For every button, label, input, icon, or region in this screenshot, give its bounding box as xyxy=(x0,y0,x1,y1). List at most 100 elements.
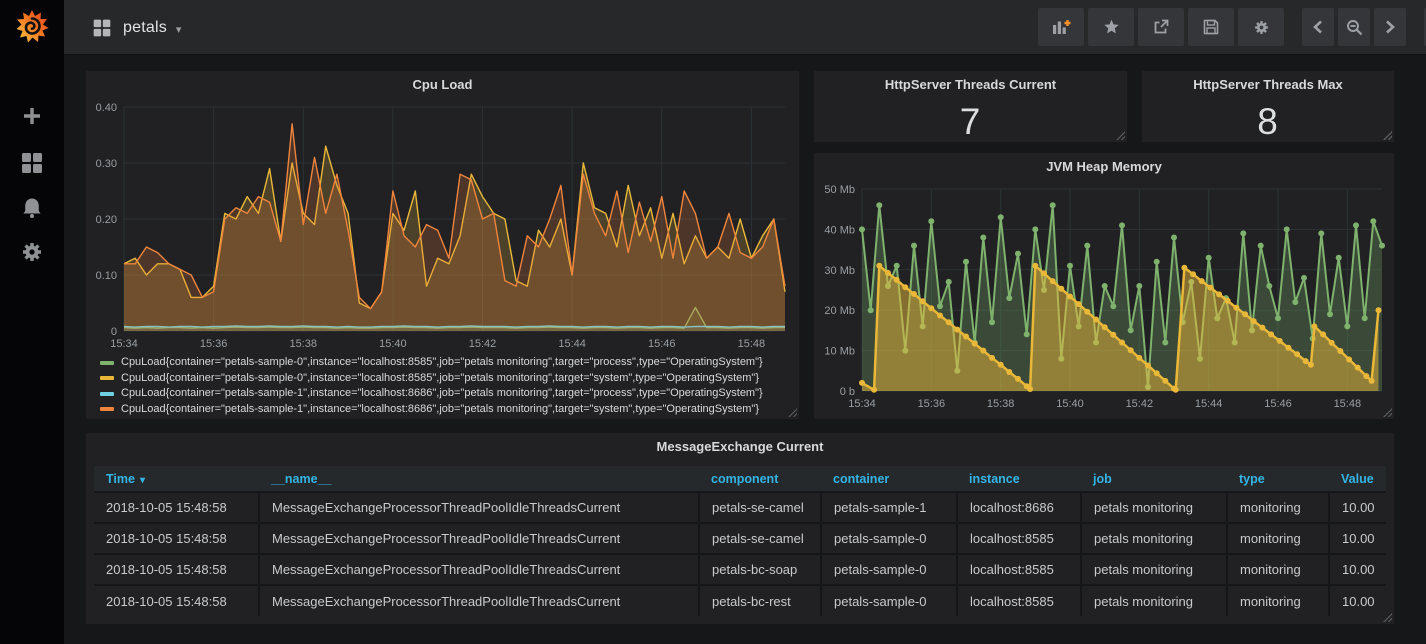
table-row: 2018-10-05 15:48:58MessageExchangeProces… xyxy=(94,585,1386,616)
column-header-time[interactable]: Time▾ xyxy=(94,466,259,492)
table-cell: monitoring xyxy=(1227,523,1329,554)
panel-resize-handle[interactable] xyxy=(1383,408,1392,417)
table-cell: monitoring xyxy=(1227,554,1329,585)
svg-text:15:44: 15:44 xyxy=(1195,398,1223,410)
add-panel-button[interactable] xyxy=(1038,8,1084,46)
table-cell: 10.00 xyxy=(1329,585,1386,616)
column-header-instance[interactable]: instance xyxy=(957,466,1081,492)
table-header: Time▾__name__componentcontainerinstancej… xyxy=(94,466,1386,492)
svg-text:15:48: 15:48 xyxy=(1334,398,1362,410)
svg-text:30 Mb: 30 Mb xyxy=(824,265,855,277)
navbar-actions: Last xyxy=(1038,8,1426,46)
time-back-button[interactable] xyxy=(1302,8,1334,46)
legend-item[interactable]: CpuLoad{container="petals-sample-0",inst… xyxy=(100,371,763,387)
panel-title[interactable]: HttpServer Threads Max xyxy=(1142,71,1394,97)
panel-jvm-heap: JVM Heap Memory 0 b10 Mb20 Mb30 Mb40 Mb5… xyxy=(813,152,1395,420)
gear-icon[interactable] xyxy=(20,240,44,264)
side-menu xyxy=(0,0,64,644)
dashboard-picker[interactable]: petals ▾ xyxy=(92,0,181,55)
table-cell: petals monitoring xyxy=(1081,492,1227,523)
grafana-logo[interactable] xyxy=(14,7,50,45)
svg-text:15:48: 15:48 xyxy=(738,338,766,350)
table-cell: 10.00 xyxy=(1329,554,1386,585)
panel-cpu-load: Cpu Load 00.100.200.300.4015:3415:3615:3… xyxy=(85,70,800,420)
legend-item[interactable]: CpuLoad{container="petals-sample-1",inst… xyxy=(100,402,763,418)
grafana-dashboard: petals ▾ xyxy=(0,0,1426,644)
gear-icon xyxy=(1253,19,1270,36)
panel-resize-handle[interactable] xyxy=(788,408,797,417)
svg-text:20 Mb: 20 Mb xyxy=(824,305,855,317)
panel-message-exchange: MessageExchange Current Time▾__name__com… xyxy=(85,432,1395,625)
panel-title[interactable]: JVM Heap Memory xyxy=(814,153,1394,179)
panel-resize-handle[interactable] xyxy=(1383,131,1392,140)
legend-series-label: CpuLoad{container="petals-sample-1",inst… xyxy=(121,402,759,418)
panel-resize-handle[interactable] xyxy=(1116,131,1125,140)
table-cell: MessageExchangeProcessorThreadPoolIdleTh… xyxy=(259,492,699,523)
panel-title[interactable]: HttpServer Threads Current xyxy=(814,71,1127,97)
dashboards-grid-icon[interactable] xyxy=(20,151,44,175)
star-button[interactable] xyxy=(1088,8,1134,46)
table-row: 2018-10-05 15:48:58MessageExchangeProces… xyxy=(94,523,1386,554)
svg-text:15:46: 15:46 xyxy=(648,338,676,350)
svg-text:15:44: 15:44 xyxy=(558,338,586,350)
table-cell: petals-se-camel xyxy=(699,523,821,554)
panel-title[interactable]: MessageExchange Current xyxy=(86,433,1394,459)
column-header-container[interactable]: container xyxy=(821,466,957,492)
svg-text:0.20: 0.20 xyxy=(96,214,117,226)
table-cell: 10.00 xyxy=(1329,523,1386,554)
save-icon xyxy=(1203,19,1219,35)
table-cell: localhost:8585 xyxy=(957,585,1081,616)
legend-item[interactable]: CpuLoad{container="petals-sample-1",inst… xyxy=(100,386,763,402)
table-cell: petals-sample-0 xyxy=(821,585,957,616)
dashboard-grid-icon xyxy=(92,18,112,38)
table-cell: petals-bc-rest xyxy=(699,585,821,616)
share-icon xyxy=(1153,19,1169,35)
column-header-component[interactable]: component xyxy=(699,466,821,492)
column-header-job[interactable]: job xyxy=(1081,466,1227,492)
svg-text:15:34: 15:34 xyxy=(110,338,138,350)
column-header-type[interactable]: type xyxy=(1227,466,1329,492)
legend-series-label: CpuLoad{container="petals-sample-0",inst… xyxy=(121,355,763,371)
svg-text:0: 0 xyxy=(111,326,117,338)
cpu-load-chart[interactable]: 00.100.200.300.4015:3415:3615:3815:4015:… xyxy=(90,99,797,353)
column-header-name[interactable]: __name__ xyxy=(259,466,699,492)
legend-item[interactable]: CpuLoad{container="petals-sample-0",inst… xyxy=(100,355,763,371)
top-navbar: petals ▾ xyxy=(64,0,1426,55)
panel-resize-handle[interactable] xyxy=(1383,613,1392,622)
share-button[interactable] xyxy=(1138,8,1184,46)
svg-text:15:36: 15:36 xyxy=(200,338,228,350)
table-cell: petals-se-camel xyxy=(699,492,821,523)
zoom-out-button[interactable] xyxy=(1338,8,1370,46)
svg-text:15:46: 15:46 xyxy=(1264,398,1292,410)
jvm-heap-chart[interactable]: 0 b10 Mb20 Mb30 Mb40 Mb50 Mb15:3415:3615… xyxy=(818,181,1392,413)
stat-value: 8 xyxy=(1142,101,1394,143)
legend-series-color xyxy=(100,407,114,411)
table-cell: 10.00 xyxy=(1329,492,1386,523)
table-cell: localhost:8585 xyxy=(957,523,1081,554)
svg-text:15:38: 15:38 xyxy=(289,338,317,350)
table-cell: monitoring xyxy=(1227,492,1329,523)
table-cell: petals monitoring xyxy=(1081,523,1227,554)
save-button[interactable] xyxy=(1188,8,1234,46)
panel-threads-current: HttpServer Threads Current 7 xyxy=(813,70,1128,143)
legend-series-color xyxy=(100,392,114,396)
svg-text:10 Mb: 10 Mb xyxy=(824,346,855,358)
settings-button[interactable] xyxy=(1238,8,1284,46)
panel-title[interactable]: Cpu Load xyxy=(86,71,799,97)
bell-icon[interactable] xyxy=(20,196,44,220)
svg-text:15:38: 15:38 xyxy=(987,398,1015,410)
star-icon xyxy=(1103,19,1120,35)
table-cell: MessageExchangeProcessorThreadPoolIdleTh… xyxy=(259,554,699,585)
svg-text:15:40: 15:40 xyxy=(379,338,407,350)
svg-text:15:36: 15:36 xyxy=(918,398,946,410)
column-header-value[interactable]: Value xyxy=(1329,466,1386,492)
svg-text:50 Mb: 50 Mb xyxy=(824,184,855,196)
table-cell: petals-bc-soap xyxy=(699,554,821,585)
table-cell: 2018-10-05 15:48:58 xyxy=(94,523,259,554)
table-cell: 2018-10-05 15:48:58 xyxy=(94,554,259,585)
chevron-left-icon xyxy=(1312,20,1324,34)
plus-icon[interactable] xyxy=(20,104,44,128)
table-cell: petals-sample-1 xyxy=(821,492,957,523)
time-forward-button[interactable] xyxy=(1374,8,1406,46)
message-exchange-table: Time▾__name__componentcontainerinstancej… xyxy=(94,466,1386,616)
